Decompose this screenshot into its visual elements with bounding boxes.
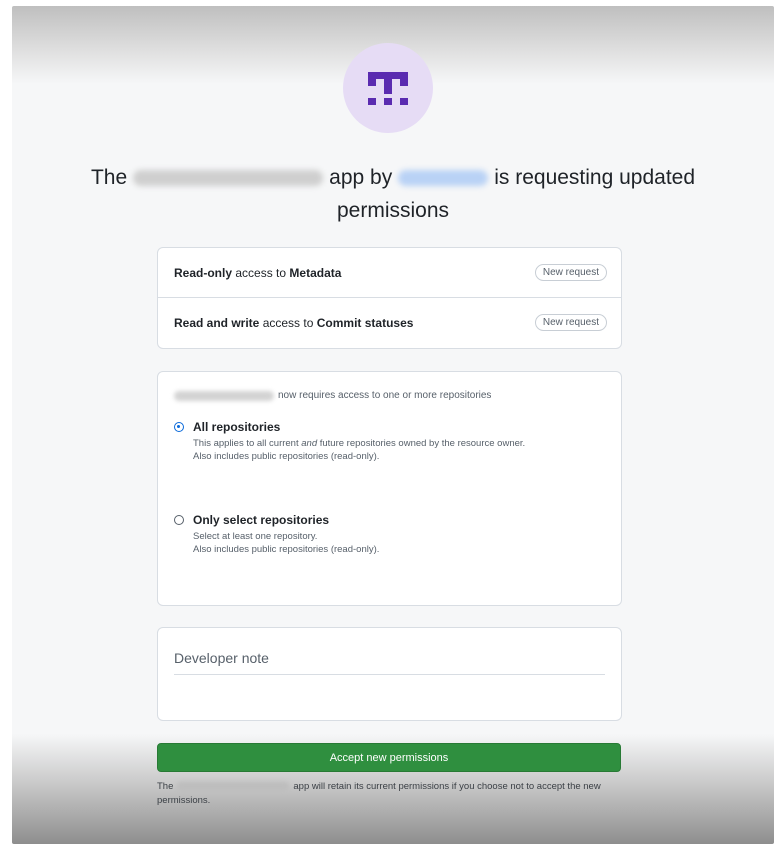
repository-access-card: now requires access to one or more repos… [157, 371, 622, 606]
new-request-badge: New request [534, 264, 607, 281]
permission-row: Read and write access to Commit statuses… [158, 297, 621, 347]
owner-name-redacted[interactable] [398, 170, 489, 187]
select-repositories-radio[interactable] [174, 515, 184, 525]
github-app-logo-icon [368, 68, 408, 108]
title-line2: permissions [336, 199, 450, 222]
permissions-list: Read-only access to Metadata New request… [157, 247, 622, 349]
accept-permissions-button[interactable]: Accept new permissions [157, 743, 621, 772]
developer-note-label: Developer note [174, 650, 269, 666]
permission-row: Read-only access to Metadata New request [158, 248, 621, 297]
all-repositories-label: All repositories [193, 420, 281, 434]
repository-access-heading: now requires access to one or more repos… [174, 390, 491, 401]
new-request-badge: New request [534, 314, 607, 331]
app-window: The app by is requesting updated permissio… [12, 6, 774, 844]
app-name-redacted [174, 390, 274, 401]
developer-note-card: Developer note [157, 627, 622, 721]
title-prefix: The [90, 166, 128, 189]
permission-text: Read-only access to Metadata [174, 265, 342, 280]
divider [174, 674, 605, 675]
all-repositories-radio[interactable] [174, 422, 184, 432]
footer-note: The app will retain its current permissio… [157, 781, 601, 806]
select-repositories-label: Only select repositories [193, 513, 330, 527]
all-repositories-description: This applies to all current and future r… [193, 438, 526, 462]
select-repositories-option[interactable]: Only select repositories Select at least… [174, 513, 593, 556]
all-repositories-option[interactable]: All repositories This applies to all cur… [174, 420, 593, 463]
permission-text: Read and write access to Commit statuses [174, 315, 414, 330]
app-logo [343, 43, 433, 133]
title-suffix: is requesting updated [494, 166, 696, 189]
app-name-redacted [177, 781, 290, 791]
select-repositories-description: Select at least one repository. Also inc… [193, 531, 380, 555]
page-title: The app by is requesting updated permissio… [52, 161, 734, 227]
app-name-redacted [133, 170, 324, 187]
title-mid: app by [329, 166, 393, 189]
